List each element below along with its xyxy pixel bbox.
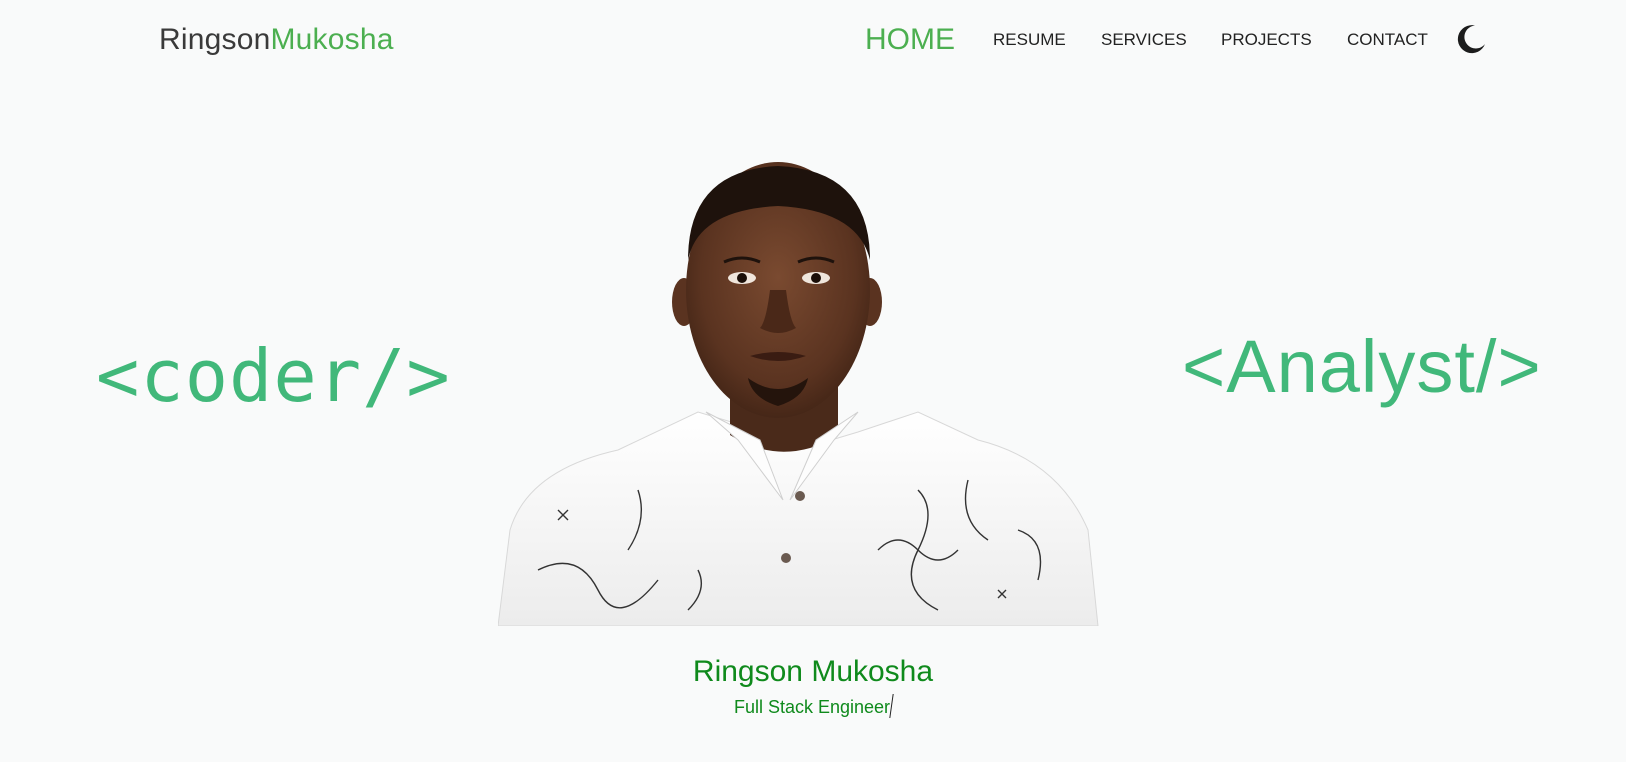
nav-home-link[interactable]: HOME	[865, 18, 955, 62]
hero-role-line: Full Stack Engineer	[0, 694, 1626, 718]
nav-services-link[interactable]: SERVICES	[1101, 18, 1187, 62]
portfolio-page: RingsonMukosha HOME RESUME SERVICES PROJ…	[0, 0, 1626, 762]
portrait-photo	[498, 150, 1118, 626]
hero-name: Ringson Mukosha	[692, 655, 934, 688]
brand-first-name: Ringson	[159, 23, 271, 56]
theme-toggle-button[interactable]	[1454, 22, 1488, 56]
moon-icon	[1457, 25, 1485, 54]
nav-contact-link[interactable]: CONTACT	[1347, 18, 1428, 62]
brand-last-name: Mukosha	[270, 23, 394, 56]
brand-logo-link[interactable]: RingsonMukosha	[159, 18, 394, 62]
nav-projects-link[interactable]: PROJECTS	[1221, 18, 1312, 62]
hero-role: Full Stack Engineer	[733, 697, 891, 717]
analyst-tag: <Analyst/>	[1182, 325, 1542, 408]
coder-tag: <coder/>	[96, 334, 451, 418]
nav-resume-link[interactable]: RESUME	[993, 18, 1066, 62]
